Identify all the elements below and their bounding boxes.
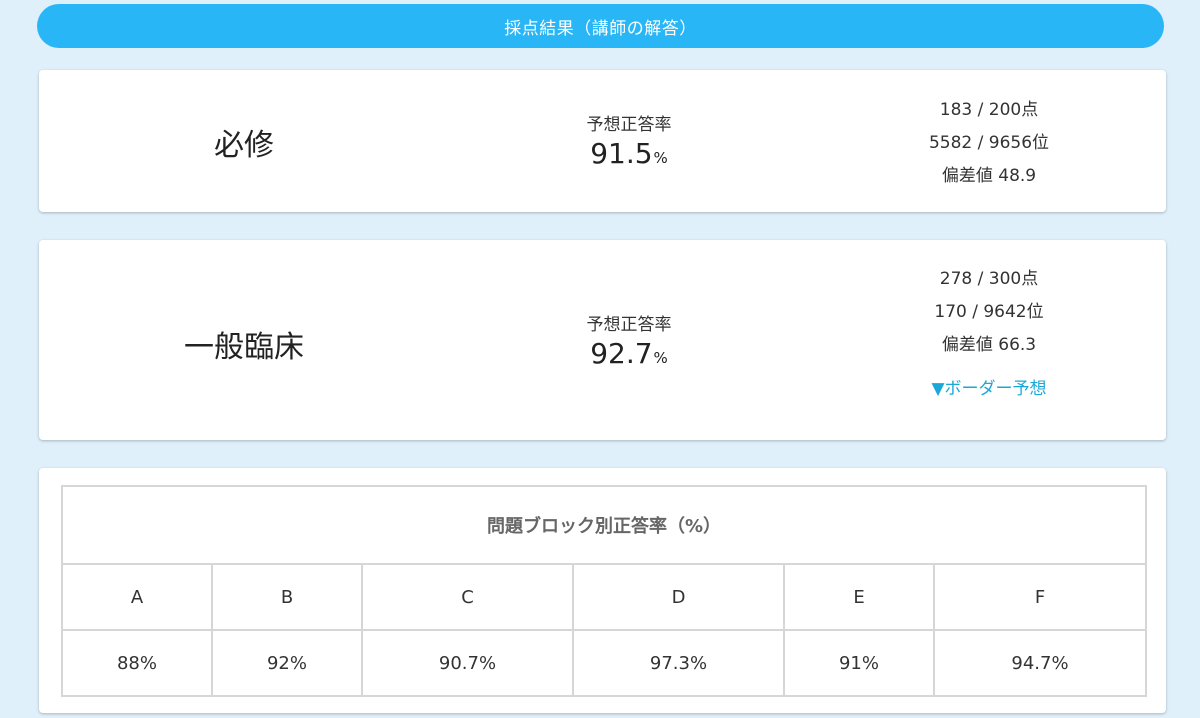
hisshu-rank: 5582 / 9656位 — [928, 133, 1050, 153]
ippan-stats: 278 / 300点 170 / 9642位 偏差値 66.3 ▼ボーダー予想 — [859, 263, 1119, 406]
block-header-e: E — [783, 563, 935, 631]
block-table-title: 問題ブロック別正答率（%） — [60, 485, 1148, 565]
border-prediction-link[interactable]: ▼ボーダー予想 — [931, 379, 1046, 399]
block-value-f: 94.7% — [932, 629, 1148, 697]
ippan-rate-label: 予想正答率 — [586, 315, 672, 335]
ippan-result-card: 一般臨床 予想正答率 92.7% 278 / 300点 170 / 9642位 … — [39, 240, 1166, 440]
hisshu-result-card: 必修 予想正答率 91.5% 183 / 200点 5582 / 9656位 偏… — [39, 70, 1166, 212]
hisshu-rate-number: 91.5 — [590, 137, 653, 170]
ippan-rate-number: 92.7 — [590, 337, 653, 370]
block-header-d: D — [572, 563, 785, 631]
ippan-score: 278 / 300点 — [939, 269, 1039, 289]
results-header-bar: 採点結果（講師の解答） — [37, 4, 1164, 48]
block-value-a: 88% — [61, 629, 213, 697]
block-accuracy-card: 問題ブロック別正答率（%） A B C D E F 88% 92% 90.7% … — [39, 468, 1166, 713]
block-value-row: 88% 92% 90.7% 97.3% 91% 94.7% — [61, 629, 1148, 697]
hisshu-rate-label: 予想正答率 — [586, 115, 672, 135]
block-value-b: 92% — [211, 629, 363, 697]
ippan-rate-block: 予想正答率 92.7% — [519, 310, 739, 370]
block-header-row: A B C D E F — [61, 563, 1148, 631]
hisshu-rate-value: 91.5% — [519, 137, 739, 170]
block-value-e: 91% — [783, 629, 935, 697]
ippan-rate-value: 92.7% — [519, 337, 739, 370]
block-header-a: A — [61, 563, 213, 631]
hisshu-score: 183 / 200点 — [939, 100, 1039, 120]
ippan-deviation: 偏差値 66.3 — [941, 335, 1037, 355]
block-value-c: 90.7% — [361, 629, 574, 697]
ippan-rank: 170 / 9642位 — [934, 302, 1044, 322]
hisshu-subject-title: 必修 — [214, 128, 274, 163]
hisshu-rate-unit: % — [653, 149, 668, 167]
ippan-rate-unit: % — [653, 349, 668, 367]
hisshu-deviation: 偏差値 48.9 — [941, 166, 1037, 186]
block-accuracy-table: 問題ブロック別正答率（%） A B C D E F 88% 92% 90.7% … — [60, 485, 1148, 697]
results-header-title: 採点結果（講師の解答） — [504, 18, 697, 39]
block-header-b: B — [211, 563, 363, 631]
block-header-f: F — [932, 563, 1148, 631]
hisshu-stats: 183 / 200点 5582 / 9656位 偏差値 48.9 — [859, 94, 1119, 193]
block-value-d: 97.3% — [572, 629, 785, 697]
hisshu-rate-block: 予想正答率 91.5% — [519, 110, 739, 170]
ippan-subject-title: 一般臨床 — [184, 330, 304, 365]
block-header-c: C — [361, 563, 574, 631]
